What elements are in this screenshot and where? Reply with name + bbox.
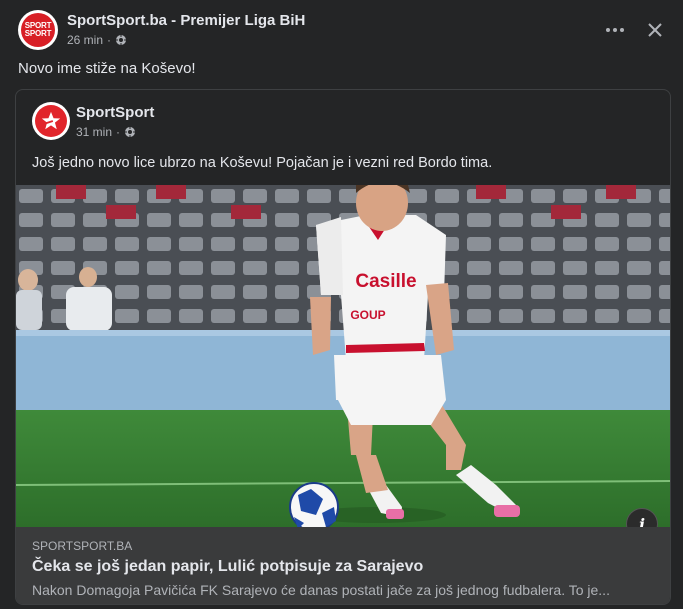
avatar-logo: SPORT SPORT: [21, 13, 55, 47]
shared-page-name[interactable]: SportSport: [76, 104, 154, 121]
shared-post-card[interactable]: SportSport 31 min · Još jedno novo lice …: [15, 89, 671, 605]
star-logo: [35, 105, 67, 137]
link-preview[interactable]: SPORTSPORT.BA Čeka se još jedan papir, L…: [16, 527, 670, 604]
globe-icon[interactable]: [124, 126, 136, 138]
more-options-button[interactable]: [601, 16, 629, 44]
star-icon: [41, 111, 61, 130]
meta-separator: ·: [116, 125, 121, 139]
page-avatar[interactable]: SPORT SPORT: [18, 10, 58, 50]
article-photo[interactable]: Casille GOUP: [16, 185, 670, 527]
link-domain: SPORTSPORT.BA: [32, 539, 133, 553]
more-options-icon: [606, 28, 624, 32]
link-title[interactable]: Čeka se još jedan papir, Lulić potpisuje…: [32, 558, 423, 576]
jersey-sponsor-text: Casille: [355, 271, 416, 292]
post-time[interactable]: 26 min: [67, 33, 103, 47]
post-caption: Novo ime stiže na Koševo!: [18, 60, 196, 77]
meta-separator: ·: [107, 33, 112, 47]
close-icon: [648, 23, 662, 37]
globe-icon[interactable]: [115, 34, 127, 46]
shared-post-text: Još jedno novo lice ubrzo na Koševu! Poj…: [32, 155, 493, 171]
shared-page-avatar[interactable]: [32, 102, 70, 140]
post-header: SPORT SPORT SportSport.ba - Premijer Lig…: [18, 10, 669, 50]
close-button[interactable]: [641, 16, 669, 44]
page-name[interactable]: SportSport.ba - Premijer Liga BiH: [67, 12, 305, 29]
shared-post-time[interactable]: 31 min: [76, 125, 112, 139]
jersey-sponsor-text-2: GOUP: [350, 308, 385, 322]
shared-post-meta: 31 min ·: [76, 125, 136, 139]
avatar-logo-text-bottom: SPORT: [24, 29, 52, 38]
post-meta: 26 min ·: [67, 33, 127, 47]
link-description: Nakon Domagoja Pavičića FK Sarajevo će d…: [32, 582, 610, 598]
